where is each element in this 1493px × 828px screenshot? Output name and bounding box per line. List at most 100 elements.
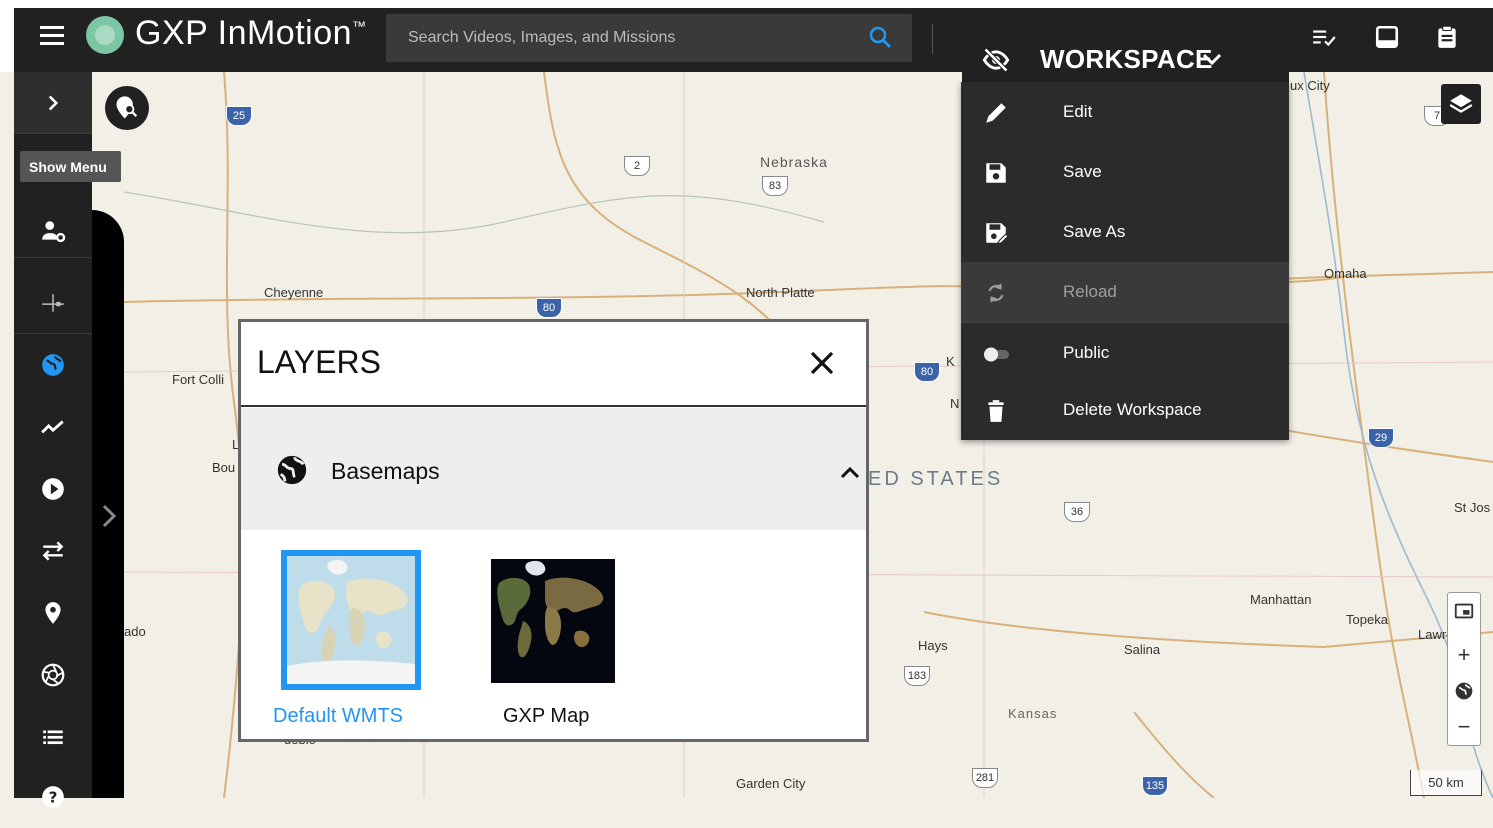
highway-shield: 183	[904, 666, 930, 686]
map-label: Nebraska	[760, 154, 828, 170]
toolbar-divider	[932, 24, 933, 54]
highway-shield: 135	[1142, 776, 1168, 796]
overview-map-button[interactable]	[1448, 593, 1480, 629]
sidebar-item-aperture[interactable]	[14, 644, 92, 706]
user-gear-icon	[42, 221, 66, 243]
sidebar-expand-button[interactable]	[14, 72, 92, 134]
world-map-thumbnail-icon	[287, 556, 415, 684]
pencil-icon	[986, 103, 1006, 123]
layers-toggle-button[interactable]	[1441, 84, 1481, 124]
sidebar-item-analytics[interactable]	[14, 396, 92, 458]
hamburger-menu-icon[interactable]	[40, 26, 64, 46]
sidebar-item-list[interactable]	[14, 706, 92, 768]
map-scale-bar: 50 km	[1410, 770, 1482, 796]
basemap-thumbnail[interactable]	[491, 559, 615, 683]
show-menu-tooltip: Show Menu	[20, 151, 121, 182]
workspace-label: WORKSPACE	[1040, 44, 1213, 74]
map-label: Kansas	[1008, 706, 1058, 721]
menu-item-delete-workspace[interactable]: Delete Workspace	[961, 380, 1289, 440]
sidebar-item-help[interactable]: ?	[14, 766, 92, 828]
menu-item-save[interactable]: Save	[961, 142, 1289, 202]
menu-item-label: Reload	[1063, 282, 1117, 301]
poi-search-button[interactable]	[105, 86, 149, 130]
sidebar-item-globe[interactable]	[14, 334, 92, 396]
basemap-caption: GXP Map	[503, 705, 590, 727]
basemaps-section-header[interactable]: Basemaps	[241, 408, 866, 530]
floppy-icon	[986, 163, 1006, 183]
trash-icon	[988, 400, 1004, 422]
picture-in-picture-icon	[1454, 603, 1474, 619]
menu-item-public[interactable]: Public	[961, 322, 1289, 382]
trend-line-icon	[41, 420, 64, 434]
reset-view-button[interactable]	[1448, 673, 1480, 709]
search-bar[interactable]	[386, 14, 912, 62]
zoom-out-button[interactable]: −	[1448, 709, 1480, 745]
map-label: K	[946, 354, 955, 369]
clipboard-icon[interactable]	[1434, 24, 1460, 50]
panel-expand-chevron-icon[interactable]	[96, 500, 120, 532]
map-label: Salina	[1124, 642, 1161, 657]
basemap-thumbnail[interactable]	[281, 550, 421, 690]
svg-text:?: ?	[49, 788, 58, 806]
playlist-check-icon[interactable]	[1311, 24, 1337, 50]
workspace-menu: Edit Save Save As Reload Public Delete W…	[961, 82, 1289, 440]
map-state-label: ED STATES	[868, 468, 1004, 490]
sidebar-item-user-settings[interactable]	[14, 196, 92, 258]
menu-item-reload[interactable]: Reload	[961, 262, 1289, 322]
toggle-icon	[984, 347, 1009, 362]
highway-shield: 25	[226, 106, 252, 126]
menu-item-save-as[interactable]: Save As	[961, 202, 1289, 262]
workspace-dropdown-button[interactable]: WORKSPACE	[962, 36, 1289, 82]
map-label: ado	[124, 624, 146, 639]
layers-icon	[1449, 94, 1473, 113]
chevron-down-icon	[1202, 53, 1222, 66]
globe-icon	[277, 455, 307, 485]
location-search-icon	[116, 96, 138, 119]
menu-item-label: Public	[1063, 343, 1110, 362]
highway-shield: 80	[914, 362, 940, 382]
sidebar-item-network[interactable]	[14, 272, 92, 334]
menu-item-label: Save	[1063, 162, 1102, 181]
network-icon	[42, 294, 64, 312]
zoom-in-button[interactable]: +	[1448, 637, 1480, 673]
menu-item-label: Delete Workspace	[1063, 400, 1202, 419]
zoom-controls: + −	[1447, 592, 1481, 746]
map-pin-icon	[45, 602, 61, 624]
highway-shield: 80	[536, 298, 562, 318]
map-label: Topeka	[1346, 612, 1388, 627]
map-label: Cheyenne	[264, 285, 324, 300]
layers-panel: LAYERS Basemaps Default WMTS GXP Map	[238, 319, 869, 742]
brand-title: GXP InMotion™	[135, 14, 367, 52]
map-label: N	[950, 396, 960, 411]
sidebar-item-location[interactable]	[14, 582, 92, 644]
sidebar-item-swap[interactable]	[14, 520, 92, 582]
reload-icon	[988, 283, 1004, 303]
sidebar-item-play[interactable]	[14, 458, 92, 520]
highway-shield: 83	[762, 176, 788, 196]
map-label: Manhattan	[1250, 592, 1312, 607]
save-as-icon	[986, 223, 1009, 245]
globe-icon	[1455, 682, 1473, 700]
gxp-logo-icon	[86, 16, 124, 54]
close-icon[interactable]	[807, 348, 837, 378]
highway-shield: 2	[624, 156, 650, 176]
map-label: Fort Colli	[172, 372, 225, 387]
visibility-off-icon	[982, 47, 1010, 73]
layers-panel-header: LAYERS	[241, 322, 866, 407]
play-circle-icon	[42, 478, 64, 500]
search-input[interactable]	[406, 25, 846, 51]
swap-arrows-icon	[42, 541, 64, 561]
search-icon[interactable]	[868, 25, 892, 49]
menu-item-label: Save As	[1063, 222, 1126, 241]
inbox-icon[interactable]	[1374, 24, 1400, 50]
map-label: Bou	[212, 460, 236, 475]
highway-shield: 29	[1368, 428, 1394, 448]
map-label: Omaha	[1324, 266, 1367, 281]
satellite-map-thumbnail-icon	[491, 559, 615, 683]
menu-item-edit[interactable]: Edit	[961, 82, 1289, 142]
globe-icon	[42, 354, 64, 376]
map-label: North Platte	[746, 285, 815, 300]
list-icon	[43, 730, 63, 745]
chevron-up-icon[interactable]	[839, 464, 861, 480]
basemaps-label: Basemaps	[331, 458, 440, 484]
